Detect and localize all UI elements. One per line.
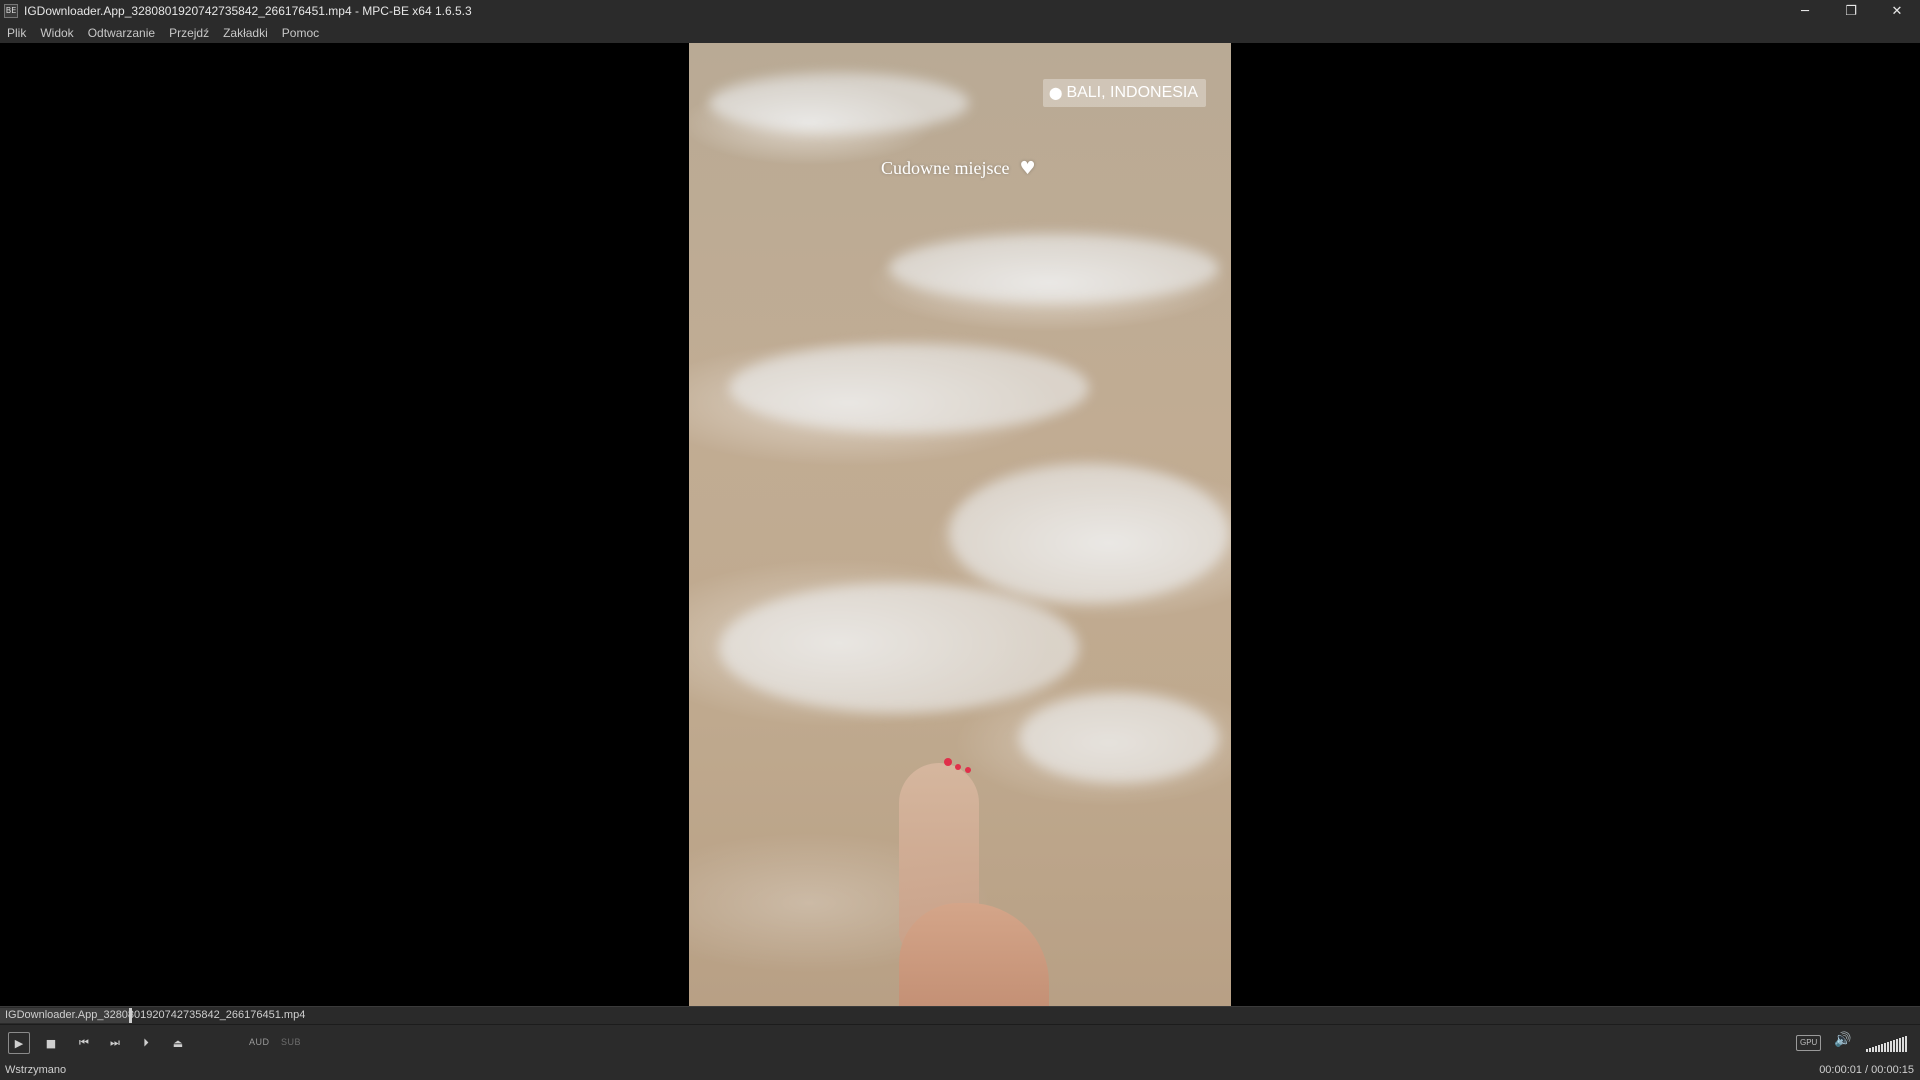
time-display: 00:00:01 / 00:00:15 [1819,1064,1914,1076]
menu-zakladki[interactable]: Zakładki [216,26,275,40]
mpc-be-window: BE IGDownloader.App_3280801920742735842_… [0,0,1920,1080]
eject-icon: ⏏ [172,1036,184,1050]
app-logo-icon: BE [4,4,18,18]
volume-bar [1869,1048,1871,1052]
menu-przejdz[interactable]: Przejdź [162,26,216,40]
seek-filename: IGDownloader.App_3280801920742735842_266… [5,1009,306,1021]
foam-shape [889,233,1219,303]
volume-bar [1875,1046,1877,1052]
volume-bar [1893,1040,1895,1052]
story-caption: Cudowne miejsce ♥ [881,158,1036,179]
toenail-mark [944,758,952,766]
volume-bar [1872,1047,1874,1052]
minimize-button[interactable]: ─ [1782,0,1828,22]
previous-button[interactable]: ⏮ [73,1032,95,1054]
play-icon: ▶ [14,1036,24,1050]
window-title: IGDownloader.App_3280801920742735842_266… [24,4,472,18]
audio-track-button[interactable]: AUD [249,1037,270,1047]
window-controls: ─ ❐ ✕ [1782,0,1920,22]
menu-odtwarzanie[interactable]: Odtwarzanie [81,26,162,40]
leg-shape [899,903,1049,1006]
eject-button[interactable]: ⏏ [167,1032,189,1054]
volume-slider[interactable] [1866,1034,1910,1052]
skip-forward-icon: ⏭ [110,1036,120,1049]
foam-shape [719,583,1079,713]
play-button[interactable]: ▶ [8,1032,30,1054]
menu-plik[interactable]: Plik [0,26,33,40]
volume-bar [1887,1042,1889,1052]
volume-bar [1890,1041,1892,1052]
gpu-indicator[interactable]: GPU [1796,1035,1822,1051]
status-bar: Wstrzymano 00:00:01 / 00:00:15 [0,1060,1920,1080]
menu-pomoc[interactable]: Pomoc [275,26,326,40]
foam-shape [949,463,1229,603]
frame-step-button[interactable]: ⏵ [135,1032,157,1054]
toenail-mark [955,764,961,770]
heart-icon: ♥ [1019,158,1036,179]
title-bar[interactable]: BE IGDownloader.App_3280801920742735842_… [0,0,1920,22]
toenail-mark [965,767,971,773]
caption-text: Cudowne miejsce [881,158,1010,178]
location-tag: ⬤ BALI, INDONESIA [1043,79,1207,107]
seek-bar[interactable]: IGDownloader.App_3280801920742735842_266… [0,1006,1920,1024]
video-area[interactable]: ⬤ BALI, INDONESIA Cudowne miejsce ♥ [0,43,1920,1006]
volume-bar [1878,1045,1880,1052]
menu-widok[interactable]: Widok [33,26,80,40]
stop-button[interactable]: ■ [40,1032,62,1054]
volume-bar [1899,1038,1901,1052]
location-text: BALI, INDONESIA [1066,84,1199,101]
restore-button[interactable]: ❐ [1828,0,1874,22]
volume-icon[interactable]: 🔊 [1834,1032,1851,1048]
foam-shape [1019,693,1219,783]
next-button[interactable]: ⏭ [104,1032,126,1054]
volume-bar [1905,1036,1907,1052]
volume-bar [1902,1037,1904,1052]
video-frame[interactable]: ⬤ BALI, INDONESIA Cudowne miejsce ♥ [689,43,1231,1006]
frame-step-icon: ⏵ [143,1036,149,1049]
menu-bar: Plik Widok Odtwarzanie Przejdź Zakładki … [0,22,1920,43]
volume-bar [1866,1049,1868,1052]
volume-bar [1881,1044,1883,1052]
subtitle-track-button[interactable]: SUB [281,1037,301,1047]
stop-icon: ■ [45,1036,57,1050]
foam-shape [709,73,969,133]
close-button[interactable]: ✕ [1874,0,1920,22]
playback-state: Wstrzymano [5,1064,67,1076]
skip-back-icon: ⏮ [79,1036,89,1049]
location-pin-icon: ⬤ [1049,86,1063,100]
volume-bar [1884,1043,1886,1052]
foam-shape [729,343,1089,433]
volume-bar [1896,1039,1898,1052]
playback-toolbar: ▶ ■ ⏮ ⏭ ⏵ ⏏ AUD SUB GPU 🔊 [0,1024,1920,1060]
